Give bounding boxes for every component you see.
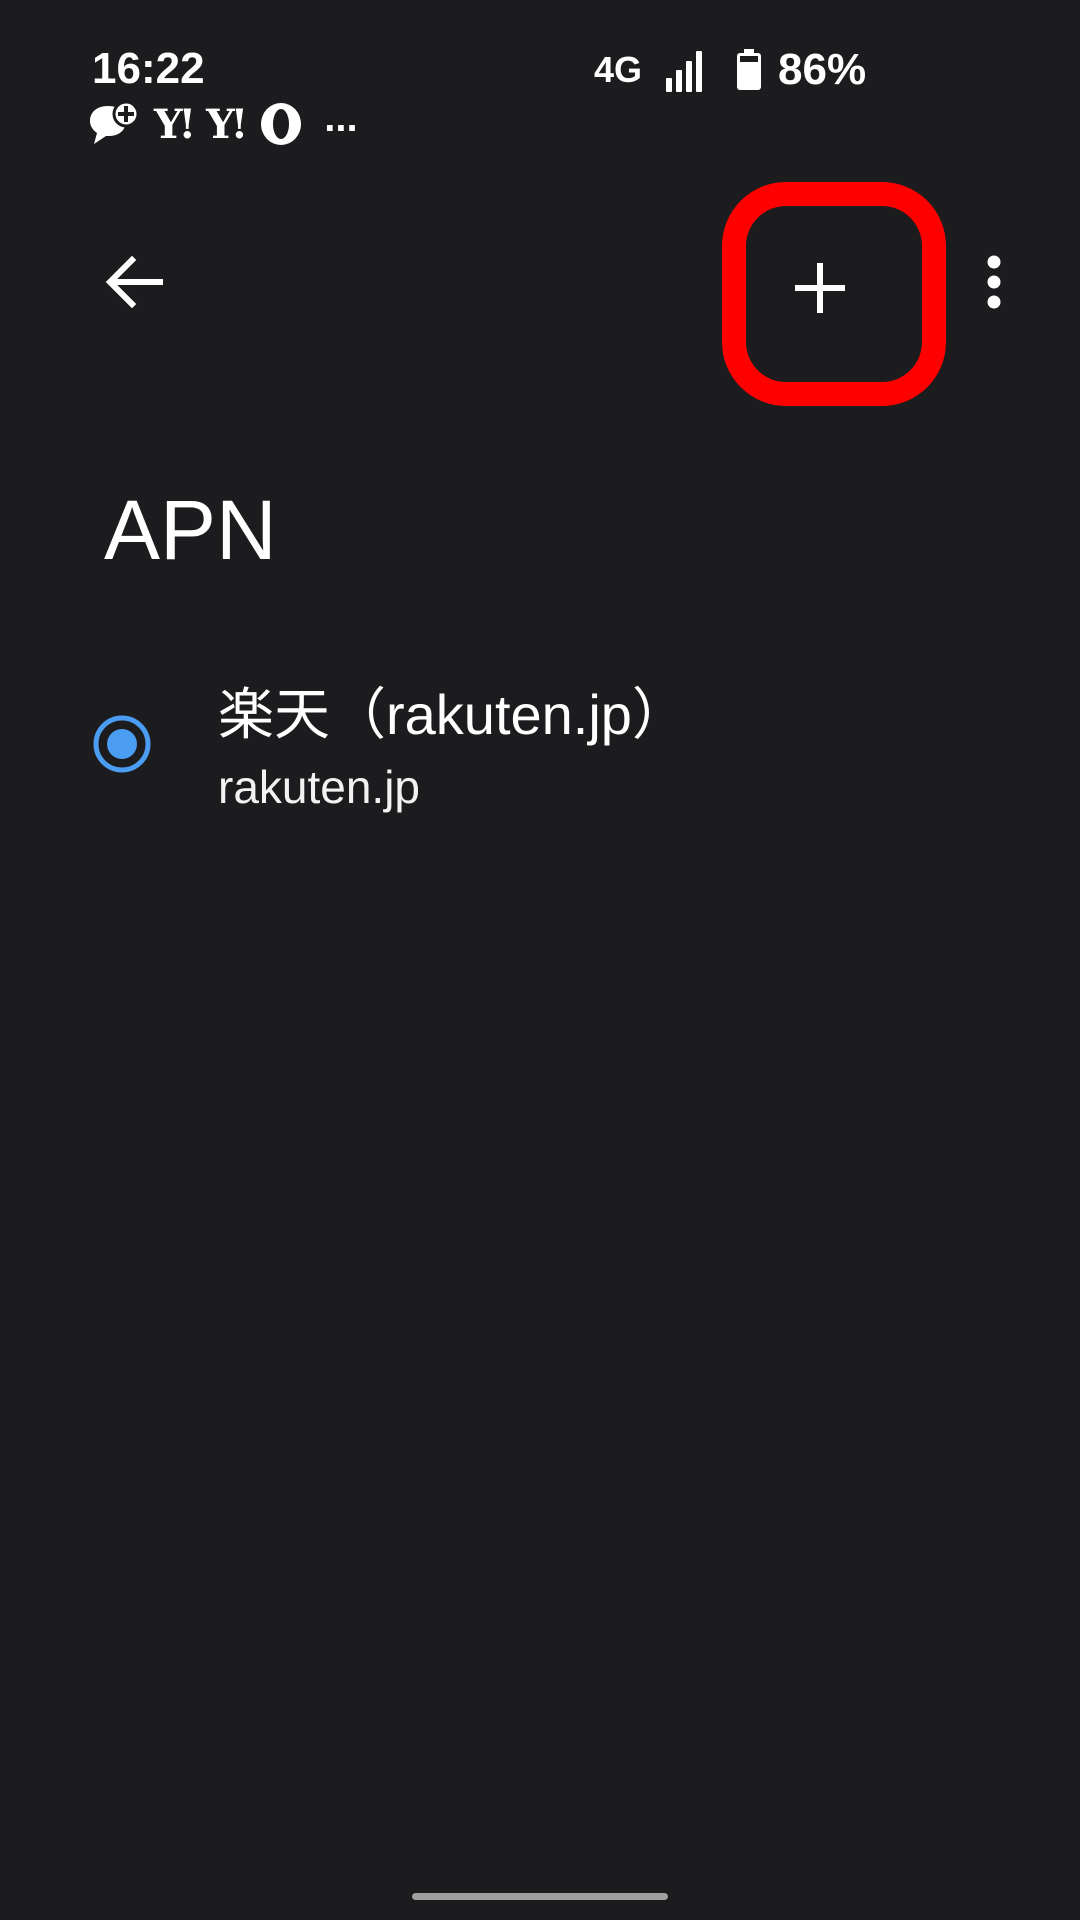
apn-name: 楽天（rakuten.jp） xyxy=(218,683,688,746)
status-time: 16:22 xyxy=(92,44,205,93)
yahoo-icon: Y! xyxy=(154,100,196,148)
battery-icon xyxy=(736,49,762,91)
apn-radio-button[interactable] xyxy=(92,714,152,774)
page-title: APN xyxy=(104,483,277,577)
apn-value: rakuten.jp xyxy=(218,761,421,813)
overflow-menu-button[interactable] xyxy=(966,252,1022,312)
signal-icon xyxy=(664,48,710,92)
chat-plus-icon xyxy=(88,100,140,148)
gesture-nav-bar[interactable] xyxy=(412,1893,668,1900)
radio-selected-icon xyxy=(93,715,151,773)
network-type: 4G xyxy=(594,49,643,90)
add-apn-button[interactable] xyxy=(778,246,862,330)
yahoo-icon: Y! xyxy=(206,100,248,148)
battery-percentage: 86% xyxy=(778,45,867,94)
apn-list-item[interactable]: 楽天（rakuten.jp） rakuten.jp xyxy=(0,670,1080,830)
more-vert-icon xyxy=(987,255,1001,309)
plus-icon xyxy=(795,263,845,313)
arrow-back-icon xyxy=(105,256,163,308)
back-button[interactable] xyxy=(100,248,168,316)
status-indicators: 4G 86% xyxy=(594,45,867,94)
notification-icons: Y! Y! ... xyxy=(88,98,358,150)
more-notifications: ... xyxy=(324,96,358,140)
opera-icon xyxy=(258,101,304,147)
